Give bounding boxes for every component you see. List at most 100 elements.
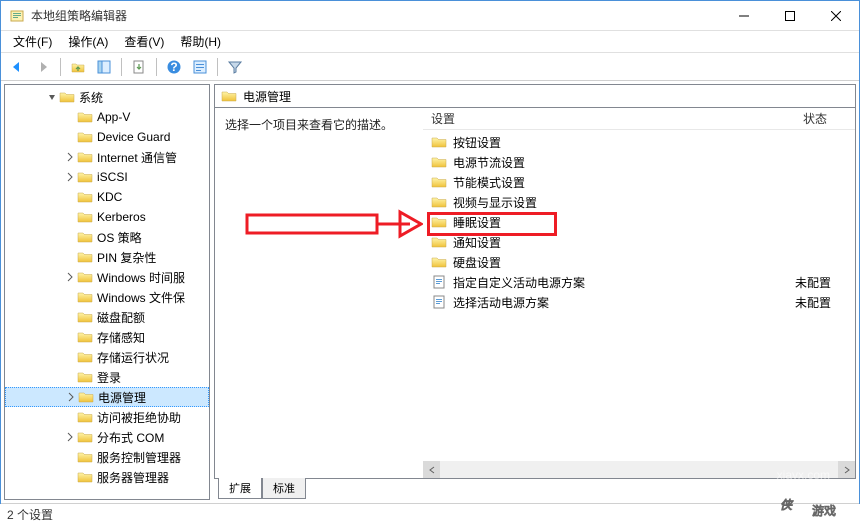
tree-row[interactable]: 分布式 COM [5, 427, 209, 447]
tree-row[interactable]: 存储运行状况 [5, 347, 209, 367]
tree-label: 磁盘配额 [97, 309, 145, 326]
chevron-down-icon[interactable] [45, 90, 59, 104]
svg-text:?: ? [170, 60, 177, 74]
toolbar-separator [217, 58, 218, 76]
tree-row[interactable]: iSCSI [5, 167, 209, 187]
description-text: 选择一个项目来查看它的描述。 [225, 118, 393, 132]
menu-file[interactable]: 文件(F) [5, 31, 60, 52]
tab-extended[interactable]: 扩展 [218, 478, 262, 499]
tree-label: KDC [97, 190, 122, 204]
menubar: 文件(F) 操作(A) 查看(V) 帮助(H) [1, 31, 859, 53]
list-label: 硬盘设置 [453, 254, 795, 271]
window-title: 本地组策略编辑器 [31, 7, 721, 24]
column-state[interactable]: 状态 [795, 110, 855, 127]
tree-label: 服务器管理器 [97, 469, 169, 486]
show-hide-tree-button[interactable] [92, 55, 116, 79]
tree-row[interactable]: Device Guard [5, 127, 209, 147]
tree-row[interactable]: KDC [5, 187, 209, 207]
path-label: 电源管理 [243, 88, 291, 105]
list-row[interactable]: 硬盘设置 [423, 252, 855, 272]
tree-label: PIN 复杂性 [97, 249, 156, 266]
main-area: 系统 App-V Device GuardInternet 通信管iSCSI KDC K… [1, 81, 859, 503]
tree-label: 登录 [97, 369, 121, 386]
horizontal-scrollbar[interactable] [423, 461, 855, 478]
tree-row[interactable]: 访问被拒绝协助 [5, 407, 209, 427]
chevron-right-icon[interactable] [63, 150, 77, 164]
filter-button[interactable] [223, 55, 247, 79]
forward-button[interactable] [31, 55, 55, 79]
list-state: 未配置 [795, 274, 855, 291]
list-row[interactable]: 按钮设置 [423, 132, 855, 152]
tree-row[interactable]: 电源管理 [5, 387, 209, 407]
tree-label: Windows 文件保 [97, 289, 185, 306]
scroll-right-button[interactable] [838, 461, 855, 478]
help-button[interactable]: ? [162, 55, 186, 79]
toolbar-separator [156, 58, 157, 76]
tree-label: App-V [97, 110, 130, 124]
minimize-button[interactable] [721, 1, 767, 30]
tree-row[interactable]: Internet 通信管 [5, 147, 209, 167]
status-text: 2 个设置 [7, 506, 53, 523]
menu-view[interactable]: 查看(V) [116, 31, 172, 52]
list-label: 按钮设置 [453, 134, 795, 151]
tree-label: 访问被拒绝协助 [97, 409, 181, 426]
export-button[interactable] [127, 55, 151, 79]
tree-label: Kerberos [97, 210, 146, 224]
chevron-right-icon[interactable] [63, 430, 77, 444]
list-row[interactable]: 节能模式设置 [423, 172, 855, 192]
tree-row[interactable]: 服务控制管理器 [5, 447, 209, 467]
list-label: 睡眠设置 [453, 214, 795, 231]
tree-row-root[interactable]: 系统 [5, 87, 209, 107]
app-icon [9, 8, 25, 24]
tree-label: 存储感知 [97, 329, 145, 346]
column-setting[interactable]: 设置 [423, 110, 795, 127]
list-column: 设置 状态 按钮设置电源节流设置节能模式设置视频与显示设置睡眠设置通知设置硬盘设… [423, 108, 855, 478]
tree-row[interactable]: Windows 文件保 [5, 287, 209, 307]
tree-row[interactable]: Windows 时间服 [5, 267, 209, 287]
tree-row[interactable]: OS 策略 [5, 227, 209, 247]
path-bar: 电源管理 [214, 84, 856, 108]
tree-row[interactable]: 磁盘配额 [5, 307, 209, 327]
list-label: 选择活动电源方案 [453, 294, 795, 311]
titlebar: 本地组策略编辑器 [1, 1, 859, 31]
tree-row[interactable]: 存储感知 [5, 327, 209, 347]
menu-help[interactable]: 帮助(H) [172, 31, 229, 52]
tree-row[interactable]: Kerberos [5, 207, 209, 227]
tree-row[interactable]: PIN 复杂性 [5, 247, 209, 267]
menu-action[interactable]: 操作(A) [60, 31, 116, 52]
tree-label: Windows 时间服 [97, 269, 185, 286]
list-row[interactable]: 指定自定义活动电源方案未配置 [423, 272, 855, 292]
list-row[interactable]: 睡眠设置 [423, 212, 855, 232]
up-button[interactable] [66, 55, 90, 79]
tree-panel[interactable]: 系统 App-V Device GuardInternet 通信管iSCSI KDC K… [4, 84, 210, 500]
tree-row[interactable]: App-V [5, 107, 209, 127]
right-panel: 电源管理 选择一个项目来查看它的描述。 设置 状态 按钮设置电源节流设置节能模式… [214, 84, 856, 500]
list-label: 指定自定义活动电源方案 [453, 274, 795, 291]
window-controls [721, 1, 859, 30]
tree-label: 存储运行状况 [97, 349, 169, 366]
list-label: 节能模式设置 [453, 174, 795, 191]
list-row[interactable]: 通知设置 [423, 232, 855, 252]
chevron-right-icon[interactable] [63, 270, 77, 284]
list-row[interactable]: 视频与显示设置 [423, 192, 855, 212]
list-label: 通知设置 [453, 234, 795, 251]
list-label: 视频与显示设置 [453, 194, 795, 211]
chevron-right-icon[interactable] [63, 170, 77, 184]
folder-icon [221, 89, 237, 103]
tree: 系统 App-V Device GuardInternet 通信管iSCSI KDC K… [5, 85, 209, 489]
chevron-right-icon[interactable] [64, 390, 78, 404]
tree-row[interactable]: 服务器管理器 [5, 467, 209, 487]
close-button[interactable] [813, 1, 859, 30]
tab-standard[interactable]: 标准 [262, 478, 306, 499]
properties-button[interactable] [188, 55, 212, 79]
list-label: 电源节流设置 [453, 154, 795, 171]
tree-label: OS 策略 [97, 229, 142, 246]
tree-row[interactable]: 登录 [5, 367, 209, 387]
back-button[interactable] [5, 55, 29, 79]
scroll-left-button[interactable] [423, 461, 440, 478]
list-row[interactable]: 电源节流设置 [423, 152, 855, 172]
maximize-button[interactable] [767, 1, 813, 30]
toolbar-separator [121, 58, 122, 76]
list-state: 未配置 [795, 294, 855, 311]
list-row[interactable]: 选择活动电源方案未配置 [423, 292, 855, 312]
